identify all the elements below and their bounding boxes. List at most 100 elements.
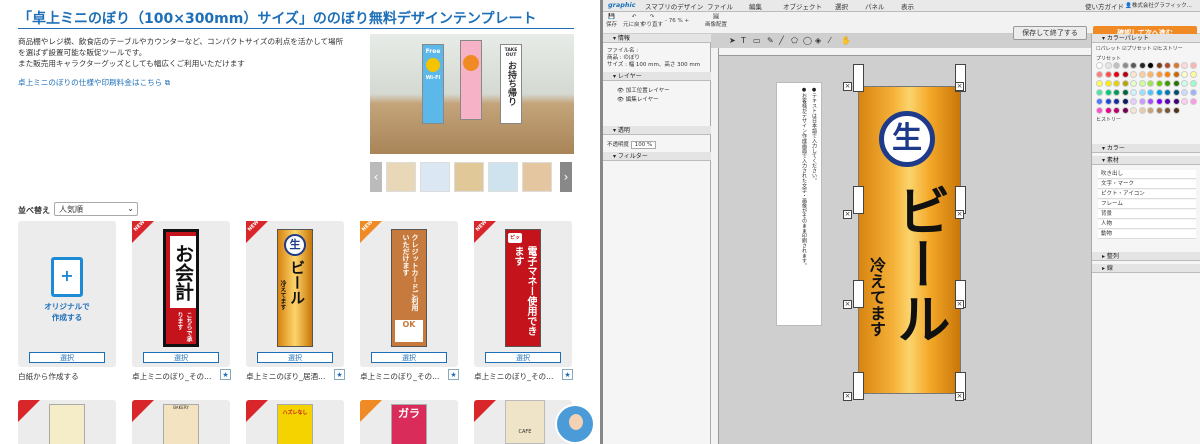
layer-row[interactable]: 👁 編集レイヤー <box>617 95 659 103</box>
zoom-control[interactable]: - 76 % + <box>665 18 689 24</box>
guide-link[interactable]: 使い方ガイド <box>1085 1 1124 11</box>
color-swatch[interactable] <box>1104 71 1112 78</box>
color-swatch[interactable] <box>1138 71 1146 78</box>
zoom-in-icon[interactable]: + <box>683 18 689 24</box>
color-swatch[interactable] <box>1104 80 1112 87</box>
color-swatch[interactable] <box>1121 98 1129 105</box>
select-arrow-icon[interactable]: ➤ <box>729 36 736 45</box>
line-tool-icon[interactable]: ╱ <box>779 36 784 45</box>
color-swatch[interactable] <box>1096 80 1103 87</box>
color-swatch[interactable] <box>1121 71 1129 78</box>
color-swatch[interactable] <box>1130 62 1137 69</box>
color-swatch[interactable] <box>1164 62 1171 69</box>
resize-handle[interactable]: × <box>843 392 852 401</box>
spec-link-text[interactable]: 卓上ミニのぼりの仕様や印刷料金はこちら <box>18 78 162 87</box>
menu-select[interactable]: 選択 <box>835 1 848 11</box>
thumbnail[interactable] <box>420 162 450 192</box>
eyedropper-icon[interactable]: ⁄ <box>829 36 830 45</box>
sort-select[interactable]: 人気順 ⌄ <box>54 202 138 216</box>
color-swatch[interactable] <box>1104 89 1112 96</box>
menu-view[interactable]: 表示 <box>901 1 914 11</box>
color-swatch[interactable] <box>1113 98 1120 105</box>
color-swatch[interactable] <box>1104 98 1112 105</box>
canvas-circle-text[interactable]: 生 <box>879 111 935 167</box>
pen-tool-icon[interactable]: ✎ <box>767 36 774 45</box>
layer-panel-header[interactable]: ▾ レイヤー <box>603 72 711 81</box>
line-header[interactable]: ▸ 線 <box>1092 264 1200 273</box>
template-card-okaikei[interactable]: NEW お会計 こちらで承ります 選択 <box>132 219 230 367</box>
align-header[interactable]: ▸ 整列 <box>1092 252 1200 261</box>
color-swatch[interactable] <box>1147 71 1154 78</box>
thumbnail[interactable] <box>488 162 518 192</box>
template-card[interactable]: ハズレなし <box>246 400 344 444</box>
color-swatch[interactable] <box>1147 98 1154 105</box>
color-swatch[interactable] <box>1130 71 1137 78</box>
color-swatch[interactable] <box>1104 107 1112 114</box>
color-swatch[interactable] <box>1147 89 1154 96</box>
color-swatch[interactable] <box>1164 80 1171 87</box>
color-swatch[interactable] <box>1164 107 1171 114</box>
color-swatch[interactable] <box>1121 107 1129 114</box>
favorite-star-icon[interactable]: ★ <box>220 369 231 380</box>
select-button[interactable]: 選択 <box>143 352 219 363</box>
menu-file[interactable]: ファイル <box>707 1 733 11</box>
ellipse-tool-icon[interactable]: ◯ <box>803 36 812 45</box>
color-swatch[interactable] <box>1181 89 1188 96</box>
color-swatch[interactable] <box>1130 89 1137 96</box>
favorite-star-icon[interactable]: ★ <box>562 369 573 380</box>
thumbnail[interactable] <box>386 162 416 192</box>
color-swatch[interactable] <box>1189 71 1197 78</box>
select-button[interactable]: 選択 <box>371 352 447 363</box>
hand-tool-icon[interactable]: ✋ <box>841 36 851 45</box>
resize-handle[interactable]: × <box>955 392 964 401</box>
eye-icon[interactable]: 👁 <box>617 97 626 103</box>
color-swatch[interactable] <box>1189 62 1197 69</box>
template-card-credit[interactable]: NEW クレジットカードご利用いただけます OK 選択 <box>360 219 458 367</box>
thumbnail[interactable] <box>522 162 552 192</box>
material-item[interactable]: 吹き出し <box>1098 170 1196 179</box>
color-palette-header[interactable]: ▾ カラーパレット <box>1092 34 1200 43</box>
resize-handle[interactable]: × <box>955 300 964 309</box>
color-swatch[interactable] <box>1172 107 1180 114</box>
color-swatch[interactable] <box>1096 62 1103 69</box>
color-header[interactable]: ▾ カラー <box>1092 144 1200 153</box>
canvas-main-text[interactable]: ビール <box>887 183 950 393</box>
favorite-star-icon[interactable]: ★ <box>334 369 345 380</box>
info-panel-header[interactable]: ▾ 情報 <box>603 34 711 43</box>
favorite-star-icon[interactable]: ★ <box>448 369 459 380</box>
color-swatch[interactable] <box>1155 98 1163 105</box>
color-swatch[interactable] <box>1113 71 1120 78</box>
color-swatch[interactable] <box>1113 80 1120 87</box>
color-swatch[interactable] <box>1172 62 1180 69</box>
thumb-next-button[interactable]: › <box>560 162 572 192</box>
menu-panel[interactable]: パネル <box>865 1 885 11</box>
resize-handle[interactable]: × <box>843 210 852 219</box>
design-canvas-flag[interactable]: 生 ビール 冷えてます <box>858 86 961 394</box>
select-button[interactable]: 選択 <box>29 352 105 363</box>
fill-tool-icon[interactable]: ◈ <box>815 36 821 45</box>
color-swatch[interactable] <box>1130 98 1137 105</box>
color-swatch[interactable] <box>1189 89 1197 96</box>
filter-panel-header[interactable]: ▾ フィルター <box>603 152 711 161</box>
material-item[interactable]: 文字・マーク <box>1098 180 1196 189</box>
text-tool-icon[interactable]: T <box>741 36 746 45</box>
template-card-beer[interactable]: NEW 生 ビール 冷えてます 選択 <box>246 219 344 367</box>
save-tool[interactable]: 💾 保存 <box>606 14 617 28</box>
material-item[interactable]: 動物 <box>1098 230 1196 239</box>
color-swatch[interactable] <box>1172 80 1180 87</box>
color-swatch[interactable] <box>1181 71 1188 78</box>
color-swatch[interactable] <box>1189 80 1197 87</box>
material-item[interactable]: 背景 <box>1098 210 1196 219</box>
color-swatch[interactable] <box>1113 62 1120 69</box>
image-place-tool[interactable]: 🖼 画像配置 <box>705 14 727 28</box>
color-swatch[interactable] <box>1155 107 1163 114</box>
color-swatch[interactable] <box>1181 80 1188 87</box>
color-swatch[interactable] <box>1172 71 1180 78</box>
color-swatch[interactable] <box>1147 80 1154 87</box>
color-swatch[interactable] <box>1155 71 1163 78</box>
color-swatch[interactable] <box>1189 98 1197 105</box>
color-swatch[interactable] <box>1121 89 1129 96</box>
eye-icon[interactable]: 👁 <box>617 88 626 94</box>
color-swatch[interactable] <box>1164 98 1171 105</box>
color-swatch[interactable] <box>1096 107 1103 114</box>
